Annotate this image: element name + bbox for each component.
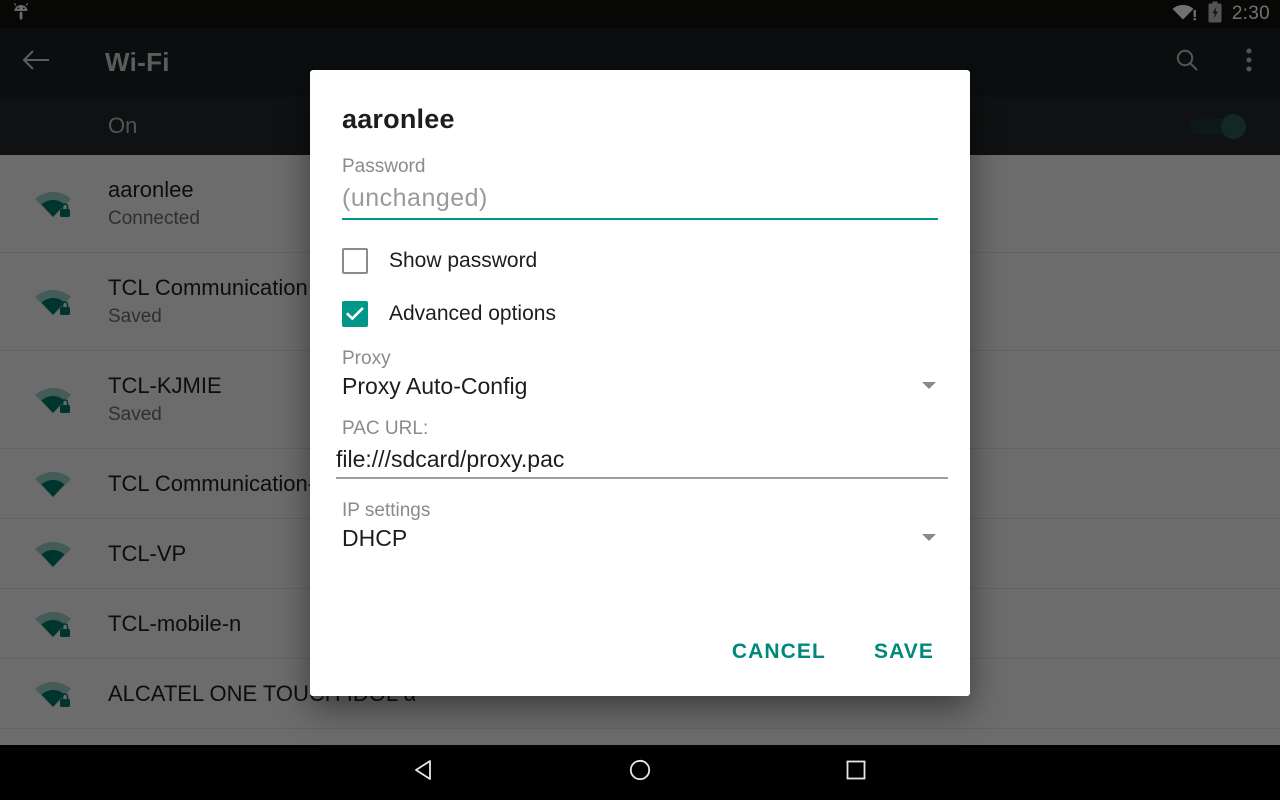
clock: 2:30 [1231, 3, 1270, 24]
overflow-menu-icon [1245, 46, 1253, 79]
wifi-signal-lock-icon [26, 678, 80, 710]
page-title: Wi-Fi [105, 47, 170, 77]
network-status: Connected [108, 208, 200, 230]
network-name: TCL Communication [108, 274, 308, 300]
show-password-checkbox-row[interactable]: Show password [342, 248, 938, 274]
checkmark-icon [346, 307, 364, 321]
wifi-signal-icon [26, 468, 80, 500]
advanced-options-label: Advanced options [389, 302, 556, 325]
nav-recents-button[interactable] [748, 745, 964, 800]
network-status: Saved [108, 404, 162, 426]
nav-back-button[interactable] [316, 745, 532, 800]
wifi-signal-lock-icon [26, 608, 80, 640]
wifi-signal-icon [26, 538, 80, 570]
ip-settings-dropdown[interactable]: DHCP [342, 525, 938, 552]
nav-recents-square-icon [843, 757, 869, 788]
android-screen: aaronlee Connected TCL Communication Sav… [0, 0, 1280, 800]
chevron-down-icon [920, 530, 938, 548]
wifi-state-label: On [108, 113, 138, 138]
password-input[interactable]: (unchanged) [342, 184, 938, 220]
pac-url-input[interactable]: file:///sdcard/proxy.pac [336, 446, 948, 479]
android-head-icon [12, 2, 30, 27]
wifi-signal-lock-icon [26, 384, 80, 416]
wifi-warning-icon [1172, 2, 1198, 27]
chevron-down-icon [920, 378, 938, 396]
switch-knob [1221, 114, 1246, 139]
overflow-menu-button[interactable] [1218, 28, 1280, 97]
wifi-signal-lock-icon [26, 188, 80, 220]
ip-settings-label: IP settings [342, 500, 431, 521]
back-button[interactable] [0, 28, 72, 97]
search-icon [1174, 47, 1200, 78]
network-status: Saved [108, 306, 162, 328]
dialog-actions: CANCEL SAVE [724, 630, 942, 674]
advanced-options-checkbox[interactable] [342, 301, 368, 327]
cancel-button[interactable]: CANCEL [724, 630, 834, 674]
search-button[interactable] [1156, 28, 1218, 97]
wifi-config-dialog: aaronlee Password (unchanged) Show passw… [310, 70, 970, 696]
back-arrow-icon [21, 47, 51, 78]
proxy-dropdown[interactable]: Proxy Auto-Config [342, 373, 938, 400]
dialog-title: aaronlee [342, 104, 455, 134]
pac-url-label: PAC URL: [342, 418, 429, 439]
proxy-label: Proxy [342, 348, 391, 369]
nav-home-button[interactable] [532, 745, 748, 800]
status-bar: 2:30 [0, 0, 1280, 28]
network-name: TCL Communication- [108, 470, 316, 496]
network-name: aaronlee [108, 176, 194, 202]
password-label: Password [342, 156, 426, 177]
wifi-signal-lock-icon [26, 286, 80, 318]
proxy-value: Proxy Auto-Config [342, 373, 528, 399]
pac-url-value: file:///sdcard/proxy.pac [336, 446, 565, 472]
show-password-checkbox[interactable] [342, 248, 368, 274]
system-navigation-bar [0, 745, 1280, 800]
nav-home-circle-icon [627, 757, 653, 788]
save-button[interactable]: SAVE [866, 630, 942, 674]
network-name: TCL-VP [108, 540, 187, 566]
network-name: TCL-KJMIE [108, 372, 222, 398]
wifi-toggle-switch[interactable] [1190, 114, 1246, 139]
nav-back-triangle-icon [411, 757, 437, 788]
network-name: TCL-mobile-n [108, 610, 242, 636]
battery-charging-icon [1207, 1, 1223, 28]
ip-settings-value: DHCP [342, 525, 408, 551]
advanced-options-checkbox-row[interactable]: Advanced options [342, 301, 938, 327]
show-password-label: Show password [389, 249, 538, 272]
password-value: (unchanged) [342, 184, 488, 212]
